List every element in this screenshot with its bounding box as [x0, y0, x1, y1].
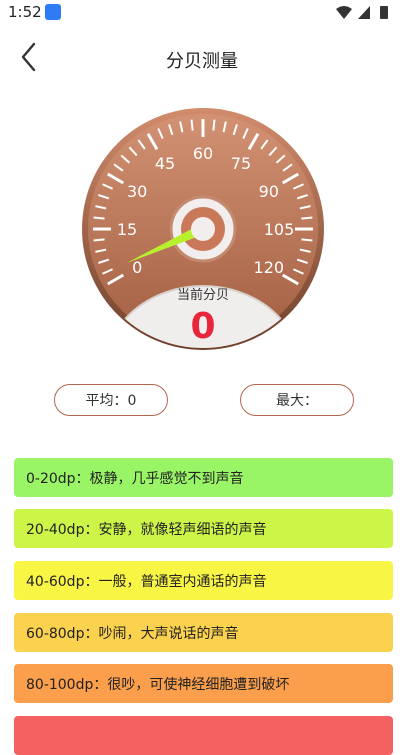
max-button[interactable]: 最大：: [240, 384, 354, 416]
status-icons: [336, 6, 388, 19]
battery-icon: [380, 6, 388, 19]
gauge-tick-label: 105: [264, 220, 295, 239]
gauge-tick-label: 60: [193, 144, 213, 163]
status-time: 1:52: [8, 3, 42, 21]
level-label: 60-80dp：吵闹，大声说话的声音: [26, 625, 239, 642]
level-label: 40-60dp：一般，普通室内通话的声音: [26, 573, 267, 590]
page-title: 分贝测量: [166, 51, 238, 72]
current-decibel-value: 0: [190, 306, 215, 347]
level-item: 40-60dp：一般，普通室内通话的声音: [14, 561, 393, 600]
level-label: 20-40dp：安静，就像轻声细语的声音: [26, 521, 267, 538]
level-label: 80-100dp：很吵，可使神经细胞遭到破坏: [26, 676, 290, 693]
gauge-tick: [93, 238, 105, 242]
level-item: 80-100dp：很吵，可使神经细胞遭到破坏: [14, 664, 393, 703]
level-item: 60-80dp：吵闹，大声说话的声音: [14, 613, 393, 652]
gauge-tick: [93, 216, 105, 220]
gauge-tick-label: 15: [117, 220, 137, 239]
level-label: 0-20dp：极静，几乎感觉不到声音: [26, 470, 244, 487]
average-button[interactable]: 平均：0: [54, 384, 168, 416]
level-item: [14, 716, 393, 755]
status-bar: 1:52: [0, 0, 404, 24]
signal-icon: [358, 6, 370, 19]
gauge-tick-label: 0: [132, 258, 142, 277]
app-notification-icon: [45, 4, 61, 20]
gauge-tick-label: 30: [127, 182, 147, 201]
gauge-hub: [191, 217, 215, 241]
gauge-tick: [301, 238, 313, 242]
level-item: 20-40dp：安静，就像轻声细语的声音: [14, 509, 393, 548]
gauge-tick-label: 75: [231, 154, 251, 173]
gauge-tick: [212, 119, 216, 131]
gauge-tick-label: 45: [155, 154, 175, 173]
wifi-icon: [336, 6, 352, 19]
gauge-tick-label: 120: [254, 258, 285, 277]
decibel-gauge: 0 15 30 45 60 75 90 105 120 当前分贝 0: [82, 108, 324, 350]
gauge-tick: [301, 216, 313, 220]
current-decibel-label: 当前分贝: [177, 287, 229, 303]
gauge-tick-label: 90: [259, 182, 279, 201]
level-item: 0-20dp：极静，几乎感觉不到声音: [14, 458, 393, 497]
gauge-tick: [190, 119, 194, 131]
